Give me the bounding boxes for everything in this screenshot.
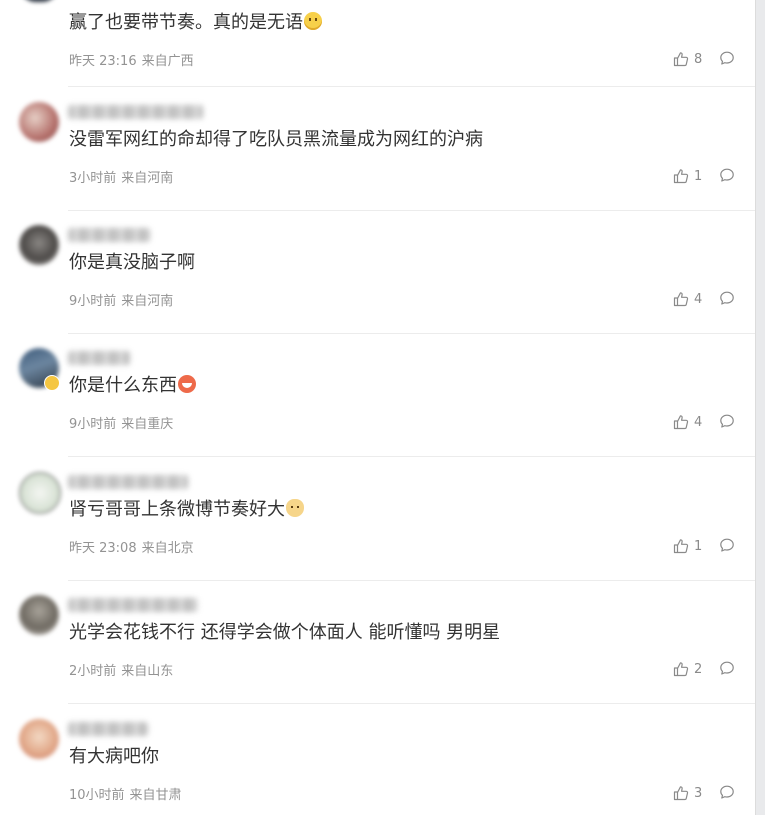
like-count: 1 [694,168,703,184]
comment-item: 你是真没脑子啊 9小时前 来自河南 4 [0,210,755,334]
reply-button[interactable] [719,784,735,800]
comment-time: 2小时前 [69,664,117,679]
thumb-up-icon [673,662,689,677]
thumb-up-icon [673,169,689,184]
comment-text: 有大病吧你 [69,744,159,770]
reply-button[interactable] [719,50,735,66]
comment-text: 你是真没脑子啊 [69,250,195,276]
thumb-up-icon [673,292,689,307]
comment-meta: 3小时前 来自河南 [69,167,173,186]
comment-text: 赢了也要带节奏。真的是无语 [69,10,322,36]
comment-text-content: 有大病吧你 [69,746,159,767]
like-button[interactable]: 4 [673,290,702,308]
comment-time: 3小时前 [69,171,117,186]
like-count: 4 [694,291,703,307]
comment-text: 你是什么东西 [69,373,196,399]
comment-text-content: 你是真没脑子啊 [69,252,195,273]
comment-item: 肾亏哥哥上条微博节奏好大 昨天 23:08 来自北京 1 [0,457,755,581]
comment-time: 昨天 23:16 [69,54,137,69]
comment-time: 9小时前 [69,294,117,309]
thumb-up-icon [673,539,689,554]
like-button[interactable]: 2 [673,660,702,678]
avatar[interactable] [19,0,59,2]
comment-meta: 9小时前 来自河南 [69,290,173,309]
comment-meta: 10小时前 来自甘肃 [69,784,182,803]
comment-panel: 赢了也要带节奏。真的是无语 昨天 23:16 来自广西 8 没雷军网红的命却得了吃… [0,0,756,815]
username[interactable] [68,228,150,242]
username[interactable] [68,105,203,119]
comment-location: 来自河南 [121,294,174,309]
comment-location: 来自山东 [121,664,174,679]
comment-meta: 昨天 23:08 来自北京 [69,537,194,556]
avatar[interactable] [19,472,61,514]
comment-item: 有大病吧你 10小时前 来自甘肃 3 [0,704,755,815]
comment-meta: 9小时前 来自重庆 [69,413,173,432]
comment-location: 来自广西 [141,54,194,69]
smile-emoji-icon [304,12,322,30]
comment-location: 来自重庆 [121,417,174,432]
comment-text-content: 肾亏哥哥上条微博节奏好大 [69,499,285,520]
like-button[interactable]: 1 [673,167,702,185]
like-button[interactable]: 8 [673,50,702,68]
comment-item: 没雷军网红的命却得了吃队员黑流量成为网红的沪病 3小时前 来自河南 1 [0,87,755,211]
like-count: 3 [694,785,703,801]
comment-location: 来自甘肃 [129,788,182,803]
comment-text-content: 你是什么东西 [69,375,177,396]
comment-text: 肾亏哥哥上条微博节奏好大 [69,497,304,523]
like-button[interactable]: 3 [673,784,702,802]
comment-text-content: 光学会花钱不行 还得学会做个体面人 能听懂吗 男明星 [69,622,501,643]
avatar[interactable] [19,225,59,265]
comment-item: 光学会花钱不行 还得学会做个体面人 能听懂吗 男明星 2小时前 来自山东 2 [0,580,755,704]
like-count: 4 [694,414,703,430]
reply-button[interactable] [719,290,735,306]
comment-time: 10小时前 [69,788,125,803]
like-button[interactable]: 1 [673,537,702,555]
like-button[interactable]: 4 [673,413,702,431]
comment-text-content: 赢了也要带节奏。真的是无语 [69,12,303,33]
thumb-up-icon [673,415,689,430]
comment-item: 赢了也要带节奏。真的是无语 昨天 23:16 来自广西 8 [0,0,755,87]
reply-button[interactable] [719,413,735,429]
reply-button[interactable] [719,660,735,676]
username[interactable] [68,722,148,736]
avatar[interactable] [19,595,59,635]
username[interactable] [68,598,198,612]
comment-location: 来自河南 [121,171,174,186]
cat-emoji-icon [286,499,304,517]
comment-text: 没雷军网红的命却得了吃队员黑流量成为网红的沪病 [69,127,483,153]
comment-text: 光学会花钱不行 还得学会做个体面人 能听懂吗 男明星 [69,620,500,646]
thumb-up-icon [673,786,689,801]
like-count: 8 [694,51,703,67]
thumb-up-icon [673,52,689,67]
reply-button[interactable] [719,167,735,183]
avatar[interactable] [19,719,59,759]
username[interactable] [68,351,130,365]
username[interactable] [68,475,188,489]
comment-text-content: 没雷军网红的命却得了吃队员黑流量成为网红的沪病 [69,129,483,150]
verified-badge [44,375,60,391]
comment-time: 昨天 23:08 [69,541,137,556]
like-count: 1 [694,538,703,554]
reply-button[interactable] [719,537,735,553]
comment-time: 9小时前 [69,417,117,432]
comment-item: 你是什么东西 9小时前 来自重庆 4 [0,333,755,457]
like-count: 2 [694,661,703,677]
comment-meta: 2小时前 来自山东 [69,660,173,679]
comment-meta: 昨天 23:16 来自广西 [69,50,194,69]
avatar[interactable] [19,102,59,142]
laugh-emoji-icon [178,375,196,393]
comment-location: 来自北京 [141,541,194,556]
